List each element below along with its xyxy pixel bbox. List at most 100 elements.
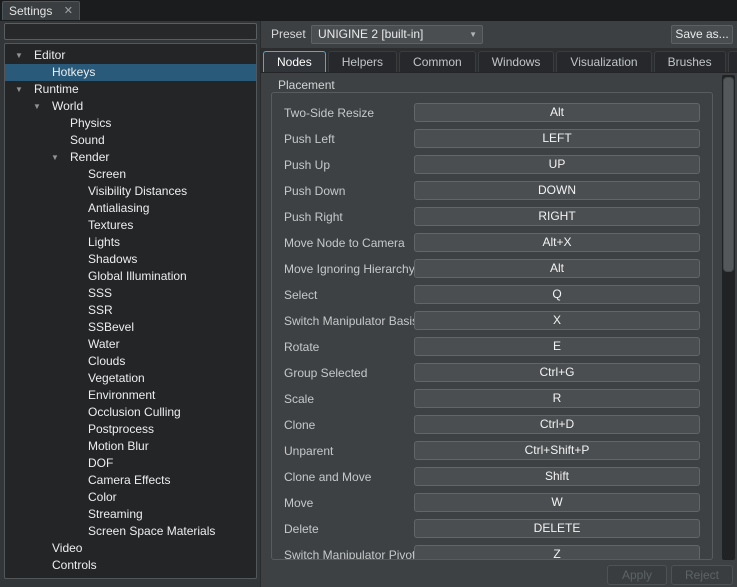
tree-expand-arrow-icon[interactable]: ▼: [15, 47, 23, 64]
tree-item-label: Shadows: [88, 251, 137, 268]
hotkey-action-label: Push Right: [284, 210, 343, 224]
hotkey-action-label: Clone and Move: [284, 470, 371, 484]
document-tabbar: Settings ✕: [0, 0, 737, 21]
hotkey-key-button[interactable]: Ctrl+G: [414, 363, 700, 382]
tree-item-color[interactable]: Color: [5, 489, 256, 506]
tree-item-sound[interactable]: Sound: [5, 132, 256, 149]
hotkey-action-label: Unparent: [284, 444, 333, 458]
tab-common[interactable]: Common: [399, 51, 476, 72]
hotkey-key-button[interactable]: Ctrl+Shift+P: [414, 441, 700, 460]
reject-button[interactable]: Reject: [671, 565, 733, 585]
hotkey-action-label: Delete: [284, 522, 319, 536]
hotkey-key-button[interactable]: R: [414, 389, 700, 408]
hotkey-row: Delete DELETE: [272, 519, 712, 545]
hotkey-key-button[interactable]: Alt: [414, 103, 700, 122]
tree-item-label: Visibility Distances: [88, 183, 187, 200]
tree-expand-arrow-icon[interactable]: ▼: [51, 149, 59, 166]
vertical-scrollbar[interactable]: [722, 75, 735, 560]
tree-item-label: Occlusion Culling: [88, 404, 181, 421]
tree-item-textures[interactable]: Textures: [5, 217, 256, 234]
preset-label: Preset: [271, 27, 306, 41]
hotkey-row: ScaleR: [272, 389, 712, 415]
hotkey-key-button[interactable]: Ctrl+D: [414, 415, 700, 434]
tree-item-visibility-distances[interactable]: Visibility Distances: [5, 183, 256, 200]
tree-item-camera-effects[interactable]: Camera Effects: [5, 472, 256, 489]
tree-item-environment[interactable]: Environment: [5, 387, 256, 404]
hotkey-key-button[interactable]: UP: [414, 155, 700, 174]
preset-dropdown[interactable]: UNIGINE 2 [built-in] ▼: [311, 25, 483, 44]
hotkey-key-button[interactable]: Q: [414, 285, 700, 304]
tree-item-lights[interactable]: Lights: [5, 234, 256, 251]
scrollbar-thumb[interactable]: [723, 77, 734, 272]
tree-item-occlusion-culling[interactable]: Occlusion Culling: [5, 404, 256, 421]
tree-item-motion-blur[interactable]: Motion Blur: [5, 438, 256, 455]
tree-item-water[interactable]: Water: [5, 336, 256, 353]
tree-expand-arrow-icon[interactable]: ▼: [33, 98, 41, 115]
hotkey-key-button[interactable]: Alt: [414, 259, 700, 278]
save-as-button[interactable]: Save as...: [671, 25, 733, 44]
preset-row: Preset UNIGINE 2 [built-in] ▼ Save as...: [261, 21, 737, 48]
tab-windows[interactable]: Windows: [478, 51, 555, 72]
settings-panel: Preset UNIGINE 2 [built-in] ▼ Save as...…: [260, 21, 737, 587]
hotkey-row: MoveW: [272, 493, 712, 519]
tree-item-label: Water: [88, 336, 120, 353]
hotkey-key-button[interactable]: Alt+X: [414, 233, 700, 252]
tree-filter-input[interactable]: [4, 23, 257, 40]
hotkey-key-button[interactable]: Shift: [414, 467, 700, 486]
tree-item-render[interactable]: ▼Render: [5, 149, 256, 166]
tree-item-world[interactable]: ▼World: [5, 98, 256, 115]
hotkey-key-button[interactable]: DELETE: [414, 519, 700, 538]
settings-document-tab[interactable]: Settings ✕: [2, 1, 80, 20]
tree-item-hotkeys[interactable]: Hotkeys: [5, 64, 256, 81]
tree-item-label: SSS: [88, 285, 112, 302]
tree-item-global-illumination[interactable]: Global Illumination: [5, 268, 256, 285]
tab-nodes[interactable]: Nodes: [263, 51, 326, 72]
tree-item-editor[interactable]: ▼ Editor: [5, 47, 256, 64]
hotkey-row: Move Node to CameraAlt+X: [272, 233, 712, 259]
tree-item-ssbevel[interactable]: SSBevel: [5, 319, 256, 336]
tree-item-label: Vegetation: [88, 370, 145, 387]
tree-item-label: Camera Effects: [88, 472, 170, 489]
tab-brushes[interactable]: Brushes: [654, 51, 726, 72]
hotkey-key-button[interactable]: DOWN: [414, 181, 700, 200]
tree-item-video[interactable]: Video: [5, 540, 256, 557]
tree-item-controls[interactable]: Controls: [5, 557, 256, 574]
hotkey-key-button[interactable]: RIGHT: [414, 207, 700, 226]
tree-item-clouds[interactable]: Clouds: [5, 353, 256, 370]
tab-visualization[interactable]: Visualization: [556, 51, 651, 72]
tree-item-screen[interactable]: Screen: [5, 166, 256, 183]
hotkey-key-button[interactable]: X: [414, 311, 700, 330]
tab-helpers[interactable]: Helpers: [328, 51, 397, 72]
tree-item-dof[interactable]: DOF: [5, 455, 256, 472]
tree-item-vegetation[interactable]: Vegetation: [5, 370, 256, 387]
tree-item-antialiasing[interactable]: Antialiasing: [5, 200, 256, 217]
tree-item-label: Controls: [52, 557, 97, 574]
footer-bar: Apply Reject: [261, 562, 737, 587]
apply-button[interactable]: Apply: [607, 565, 667, 585]
tree-expand-arrow-icon[interactable]: ▼: [15, 81, 23, 98]
hotkey-row: Move Ignoring HierarchyAlt: [272, 259, 712, 285]
hotkey-key-button[interactable]: W: [414, 493, 700, 512]
close-icon[interactable]: ✕: [64, 6, 73, 17]
tree-item-label: Editor: [34, 47, 65, 64]
hotkey-row: RotateE: [272, 337, 712, 363]
tab-navigation[interactable]: Navigation: [728, 51, 737, 72]
hotkey-action-label: Two-Side Resize: [284, 106, 374, 120]
hotkey-action-label: Push Up: [284, 158, 330, 172]
hotkey-key-button[interactable]: LEFT: [414, 129, 700, 148]
tree-item-postprocess[interactable]: Postprocess: [5, 421, 256, 438]
hotkey-key-button[interactable]: E: [414, 337, 700, 356]
hotkey-rows: Two-Side ResizeAltPush LeftLEFTPush UpUP…: [272, 103, 712, 560]
hotkey-action-label: Switch Manipulator Basis: [284, 314, 418, 328]
tree-item-runtime[interactable]: ▼Runtime: [5, 81, 256, 98]
tree-item-label: Clouds: [88, 353, 125, 370]
tree-item-ssr[interactable]: SSR: [5, 302, 256, 319]
tree-item-shadows[interactable]: Shadows: [5, 251, 256, 268]
tree-item-streaming[interactable]: Streaming: [5, 506, 256, 523]
tree-item-label: Screen: [88, 166, 126, 183]
tree-item-physics[interactable]: Physics: [5, 115, 256, 132]
hotkey-key-button[interactable]: Z: [414, 545, 700, 560]
hotkey-row: Switch Manipulator PivotZ: [272, 545, 712, 560]
tree-item-sss[interactable]: SSS: [5, 285, 256, 302]
tree-item-screen-space-materials[interactable]: Screen Space Materials: [5, 523, 256, 540]
